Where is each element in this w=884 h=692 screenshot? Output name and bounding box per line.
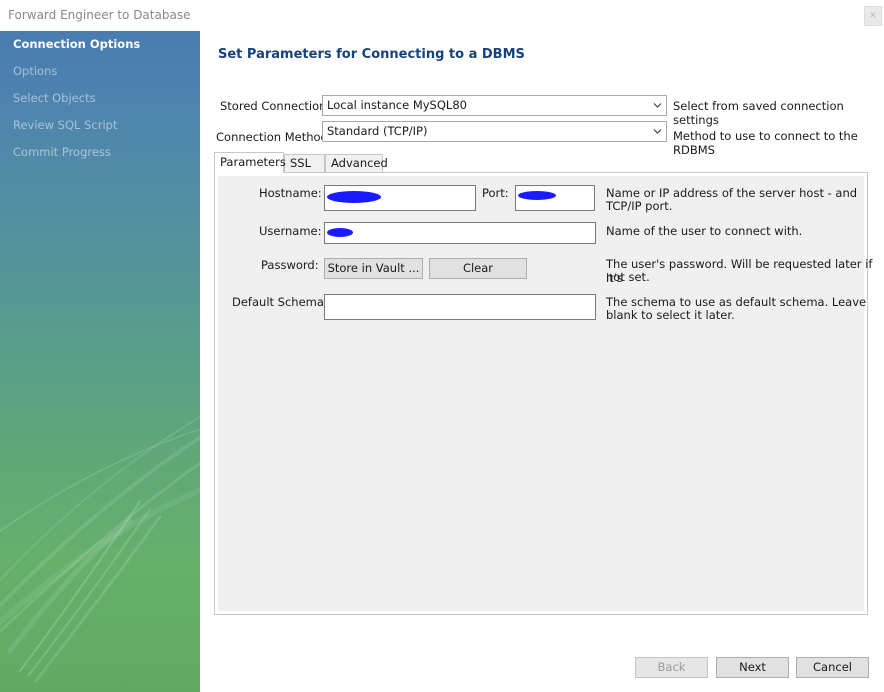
password-label: Password: bbox=[261, 258, 319, 272]
sidebar-item-options: Options bbox=[13, 64, 58, 78]
title-bar: Forward Engineer to Database ✕ bbox=[0, 0, 884, 31]
back-button[interactable]: Back bbox=[635, 657, 708, 678]
redaction-mark bbox=[327, 191, 381, 203]
port-label: Port: bbox=[482, 186, 509, 200]
sidebar-item-review-sql-script: Review SQL Script bbox=[13, 118, 118, 132]
default-schema-hint-line-1: The schema to use as default schema. Lea… bbox=[606, 295, 867, 309]
stored-connection-hint: Select from saved connection settings bbox=[673, 99, 844, 127]
sidebar-item-select-objects: Select Objects bbox=[13, 91, 96, 105]
stored-connection-value: Local instance MySQL80 bbox=[327, 98, 467, 112]
connection-method-hint: Method to use to connect to the RDBMS bbox=[673, 129, 858, 157]
close-icon: ✕ bbox=[869, 11, 877, 21]
connection-method-value: Standard (TCP/IP) bbox=[327, 124, 428, 138]
redaction-mark bbox=[327, 228, 353, 237]
cancel-button[interactable]: Cancel bbox=[796, 657, 869, 678]
default-schema-label: Default Schema: bbox=[232, 295, 328, 309]
connection-method-label: Connection Method: bbox=[216, 130, 332, 144]
sidebar-item-commit-progress: Commit Progress bbox=[13, 145, 111, 159]
hostname-hint-line-1: Name or IP address of the server host - … bbox=[606, 186, 858, 200]
default-schema-input[interactable] bbox=[324, 294, 596, 320]
next-button[interactable]: Next bbox=[716, 657, 789, 678]
hostname-hint-line-2: TCP/IP port. bbox=[606, 199, 673, 213]
stored-connection-label: Stored Connection: bbox=[220, 99, 331, 113]
username-input[interactable] bbox=[324, 222, 596, 244]
password-hint-line-2: not set. bbox=[606, 270, 650, 284]
tab-ssl[interactable]: SSL bbox=[284, 154, 325, 172]
store-in-vault-button[interactable]: Store in Vault ... bbox=[324, 258, 423, 279]
clear-password-button[interactable]: Clear bbox=[429, 258, 527, 279]
wizard-sidebar: Connection Options Options Select Object… bbox=[0, 31, 200, 692]
window-title: Forward Engineer to Database bbox=[8, 8, 191, 22]
chevron-down-icon bbox=[653, 103, 662, 108]
connection-method-select[interactable]: Standard (TCP/IP) bbox=[322, 121, 667, 142]
main-panel: Set Parameters for Connecting to a DBMS … bbox=[200, 31, 884, 692]
hostname-label: Hostname: bbox=[259, 186, 322, 200]
username-label: Username: bbox=[259, 224, 322, 238]
sidebar-item-connection-options: Connection Options bbox=[13, 37, 141, 51]
chevron-down-icon bbox=[653, 129, 662, 134]
stored-connection-select[interactable]: Local instance MySQL80 bbox=[322, 95, 667, 116]
tab-parameters[interactable]: Parameters bbox=[214, 152, 286, 173]
tab-advanced[interactable]: Advanced bbox=[325, 154, 388, 172]
username-hint: Name of the user to connect with. bbox=[606, 224, 803, 238]
port-input[interactable] bbox=[515, 185, 595, 211]
default-schema-hint-line-2: blank to select it later. bbox=[606, 308, 735, 322]
redaction-mark bbox=[518, 191, 556, 200]
hostname-input[interactable] bbox=[324, 185, 476, 211]
close-button[interactable]: ✕ bbox=[864, 6, 882, 26]
page-title: Set Parameters for Connecting to a DBMS bbox=[218, 47, 525, 62]
